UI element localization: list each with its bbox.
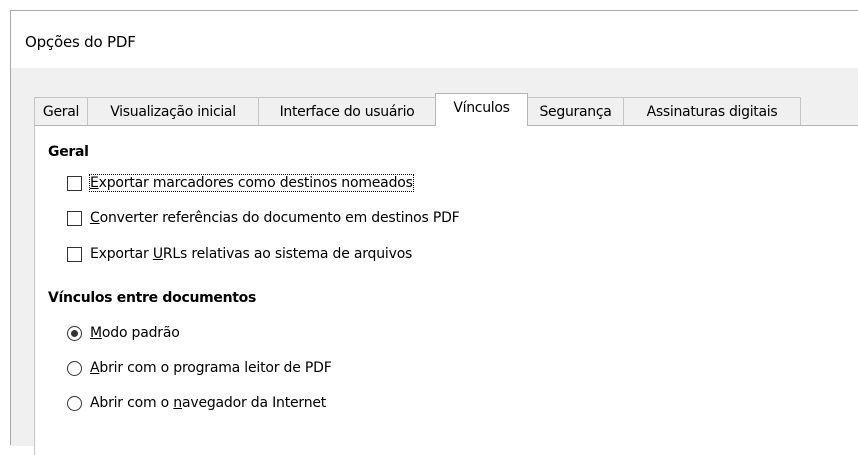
export-bookmarks-label: Exportar marcadores como destinos nomead… <box>89 174 414 192</box>
open-with-browser-radio[interactable] <box>67 395 82 411</box>
pdf-options-dialog: Opções do PDF Geral Visualização inicial… <box>10 10 858 455</box>
convert-references-checkbox[interactable] <box>67 210 82 226</box>
export-bookmarks-option[interactable]: Exportar marcadores como destinos nomead… <box>67 172 414 194</box>
open-with-pdf-reader-radio[interactable] <box>67 360 82 376</box>
convert-references-label: Converter referências do documento em de… <box>90 210 460 226</box>
tab-seguranca[interactable]: Segurança <box>527 97 624 126</box>
tab-interface-do-usuario[interactable]: Interface do usuário <box>258 97 436 126</box>
title-bar: Opções do PDF <box>11 11 858 68</box>
export-bookmarks-checkbox[interactable] <box>67 175 82 191</box>
open-with-browser-option[interactable]: Abrir com o navegador da Internet <box>67 392 326 414</box>
default-mode-label: Modo padrão <box>90 325 180 341</box>
open-with-browser-label: Abrir com o navegador da Internet <box>90 395 327 411</box>
relative-urls-checkbox[interactable] <box>67 246 82 262</box>
relative-urls-option[interactable]: Exportar URLs relativas ao sistema de ar… <box>67 243 412 265</box>
section-heading-vinculos-entre-documentos: Vínculos entre documentos <box>48 290 257 306</box>
relative-urls-label: Exportar URLs relativas ao sistema de ar… <box>90 246 413 262</box>
tab-assinaturas-digitais[interactable]: Assinaturas digitais <box>623 97 801 126</box>
tab-vinculos[interactable]: Vínculos <box>435 93 528 126</box>
default-mode-option[interactable]: Modo padrão <box>67 322 180 344</box>
open-with-pdf-reader-option[interactable]: Abrir com o programa leitor de PDF <box>67 357 332 379</box>
tab-visualizacao-inicial[interactable]: Visualização inicial <box>87 97 259 126</box>
window-title: Opções do PDF <box>25 33 136 51</box>
dialog-body: Geral Visualização inicial Interface do … <box>11 68 858 455</box>
open-with-pdf-reader-label: Abrir com o programa leitor de PDF <box>90 360 332 376</box>
tab-panel-vinculos: Geral Exportar marcadores como destinos … <box>34 125 858 455</box>
convert-references-option[interactable]: Converter referências do documento em de… <box>67 207 460 229</box>
tab-strip: Geral Visualização inicial Interface do … <box>34 93 801 126</box>
tab-geral[interactable]: Geral <box>34 97 88 126</box>
section-heading-geral: Geral <box>48 144 89 160</box>
default-mode-radio[interactable] <box>67 325 82 341</box>
